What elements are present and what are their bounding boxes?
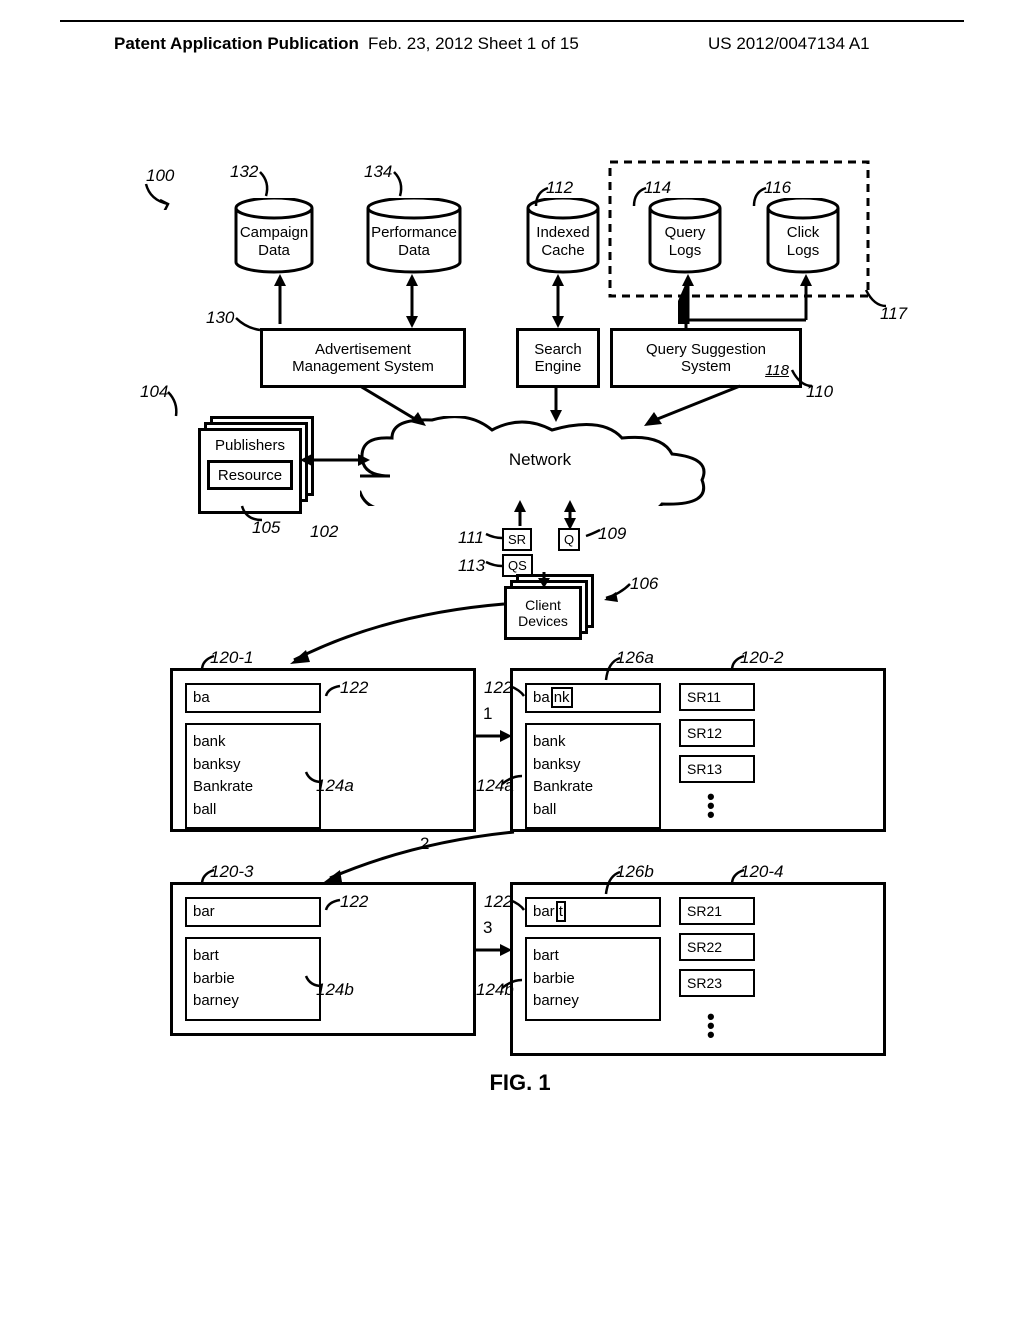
figure-1: Campaign Data Performance Data Indexed C… (140, 160, 900, 1170)
suggestion-list-1: bank banksy Bankrate ball (185, 723, 321, 829)
box-sr: SR (502, 528, 532, 551)
label-132: 132 (230, 162, 258, 182)
browser-pane-4: bart bart barbie barney SR21 SR22 SR23 •… (510, 882, 886, 1056)
search-input-2[interactable]: bank (525, 683, 661, 713)
search-input-4[interactable]: bart (525, 897, 661, 927)
label-122-1: 122 (340, 678, 368, 698)
label-113: 113 (458, 556, 485, 576)
browser-pane-1: ba bank banksy Bankrate ball (170, 668, 476, 832)
suggestion-list-2: bank banksy Bankrate ball (525, 723, 661, 829)
step-3: 3 (483, 918, 492, 938)
header-app-number: US 2012/0047134 A1 (708, 34, 870, 54)
sr-result-21: SR21 (679, 897, 755, 925)
selected-text-4: t (556, 901, 566, 922)
sr-result-13: SR13 (679, 755, 755, 783)
box-q: Q (558, 528, 580, 551)
selected-text-2: nk (551, 687, 573, 708)
label-111: 111 (458, 528, 484, 548)
cyl-indexed-cache: Indexed Cache (526, 198, 600, 278)
box-query-suggestion-system: Query Suggestion System 118 (610, 328, 802, 388)
figure-title: FIG. 1 (489, 1070, 550, 1096)
sr-result-23: SR23 (679, 969, 755, 997)
label-104: 104 (140, 382, 168, 402)
header-date-sheet: Feb. 23, 2012 Sheet 1 of 15 (368, 34, 579, 54)
sr-result-22: SR22 (679, 933, 755, 961)
suggestion-list-3: bart barbie barney (185, 937, 321, 1021)
label-134: 134 (364, 162, 392, 182)
box-resource: Resource (207, 460, 293, 490)
cyl-campaign-data: Campaign Data (234, 198, 314, 278)
search-input-1[interactable]: ba (185, 683, 321, 713)
more-icon: ••• (707, 1013, 715, 1039)
label-122-3: 122 (340, 892, 368, 912)
suggestion-list-4: bart barbie barney (525, 937, 661, 1021)
box-search-engine: Search Engine (516, 328, 600, 388)
label-102: 102 (310, 522, 338, 542)
step-1: 1 (483, 704, 492, 724)
browser-pane-3: bar bart barbie barney (170, 882, 476, 1036)
step-2: 2 (420, 834, 429, 854)
browser-pane-2: bank bank banksy Bankrate ball SR11 SR12… (510, 668, 886, 832)
search-input-3[interactable]: bar (185, 897, 321, 927)
label-130: 130 (206, 308, 234, 328)
cyl-performance-data: Performance Data (366, 198, 462, 278)
box-ads-mgmt-system: Advertisement Management System (260, 328, 466, 388)
sr-result-11: SR11 (679, 683, 755, 711)
header-publication: Patent Application Publication (114, 34, 359, 54)
sr-result-12: SR12 (679, 719, 755, 747)
more-icon: ••• (707, 793, 715, 819)
label-106: 106 (630, 574, 658, 594)
